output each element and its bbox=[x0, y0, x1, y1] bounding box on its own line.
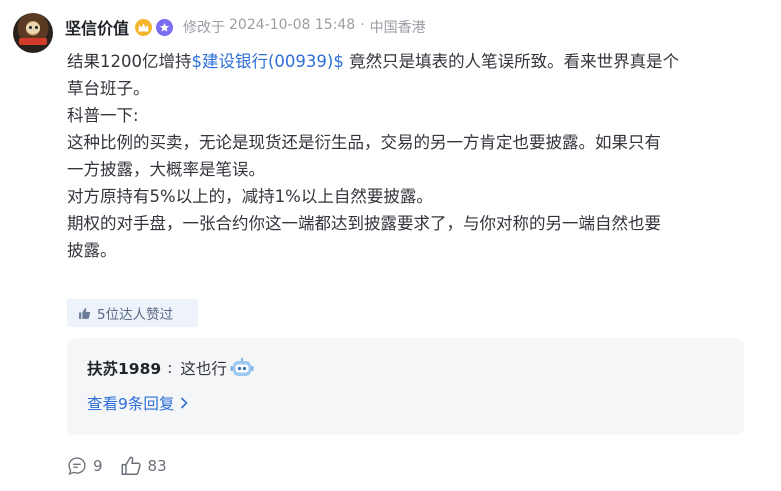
comment-button[interactable]: 9 bbox=[67, 456, 103, 476]
post-line: 披露。 bbox=[67, 241, 117, 260]
post-meta: 修改于 2024-10-08 15:48 · 中国香港 bbox=[183, 17, 426, 37]
post-timestamp: 2024-10-08 15:48 bbox=[229, 17, 356, 33]
reply-colon: : bbox=[167, 359, 173, 377]
post-line: 期权的对手盘，一张合约你这一端都达到披露要求了，与你对称的另一端自然也要 bbox=[67, 214, 661, 233]
avatar-band bbox=[19, 38, 47, 45]
crown-icon bbox=[135, 18, 153, 36]
post-line: 草台班子。 bbox=[67, 79, 150, 98]
reply-text: 这也行 bbox=[180, 360, 227, 378]
chevron-right-icon bbox=[181, 397, 189, 409]
comment-icon bbox=[68, 457, 86, 475]
edited-label: 修改于 bbox=[183, 20, 226, 36]
post-text-segment: 竟然只是填表的人笔误所致。看来世界真是个 bbox=[343, 52, 680, 71]
likers-pill[interactable]: 5位达人赞过 bbox=[67, 299, 198, 327]
thumbs-up-icon bbox=[121, 456, 141, 475]
comment-count: 9 bbox=[93, 457, 103, 475]
view-replies-label: 查看9条回复 bbox=[87, 395, 175, 413]
reply-username[interactable]: 扶苏1989 bbox=[87, 357, 161, 379]
post-line: 这种比例的买卖，无论是现货还是衍生品，交易的另一方肯定也要披露。如果只有 bbox=[67, 133, 661, 152]
like-count: 83 bbox=[147, 457, 167, 475]
post-text-segment: 结果1200亿增持 bbox=[67, 52, 192, 71]
post-line: 一方披露，大概率是笔误。 bbox=[67, 160, 265, 179]
post-header: 坚信价值 修改于 2024-10-08 15:48 · 中国香港 bbox=[65, 15, 426, 39]
post-body: 结果1200亿增持$建设银行(00939)$ 竟然只是填表的人笔误所致。看来世界… bbox=[67, 48, 757, 264]
post-line: 结果1200亿增持$建设银行(00939)$ 竟然只是填表的人笔误所致。看来世界… bbox=[67, 48, 757, 75]
author-name[interactable]: 坚信价值 bbox=[65, 15, 129, 39]
like-button[interactable]: 83 bbox=[120, 455, 167, 477]
reply-box: 扶苏1989 : 这也行 查看9条回复 bbox=[67, 338, 744, 435]
likers-label: 5位达人赞过 bbox=[97, 307, 174, 323]
avatar[interactable] bbox=[13, 13, 53, 53]
post-line: 对方原持有5%以上的，减持1%以上自然要披露。 bbox=[67, 187, 433, 206]
post-line: 科普一下: bbox=[67, 106, 139, 125]
stock-link[interactable]: $建设银行(00939)$ bbox=[192, 52, 344, 71]
avatar-eye-right bbox=[35, 26, 38, 29]
thumbs-up-icon bbox=[79, 307, 91, 319]
meta-separator: · bbox=[360, 17, 365, 33]
avatar-eye-left bbox=[29, 26, 32, 29]
robot-emoji-icon bbox=[230, 358, 254, 376]
post-location: 中国香港 bbox=[369, 20, 426, 36]
post-actions: 9 83 bbox=[67, 453, 167, 479]
view-replies-link[interactable]: 查看9条回复 bbox=[87, 391, 189, 415]
star-icon bbox=[156, 18, 174, 36]
reply-line: 扶苏1989 : 这也行 bbox=[87, 356, 254, 380]
